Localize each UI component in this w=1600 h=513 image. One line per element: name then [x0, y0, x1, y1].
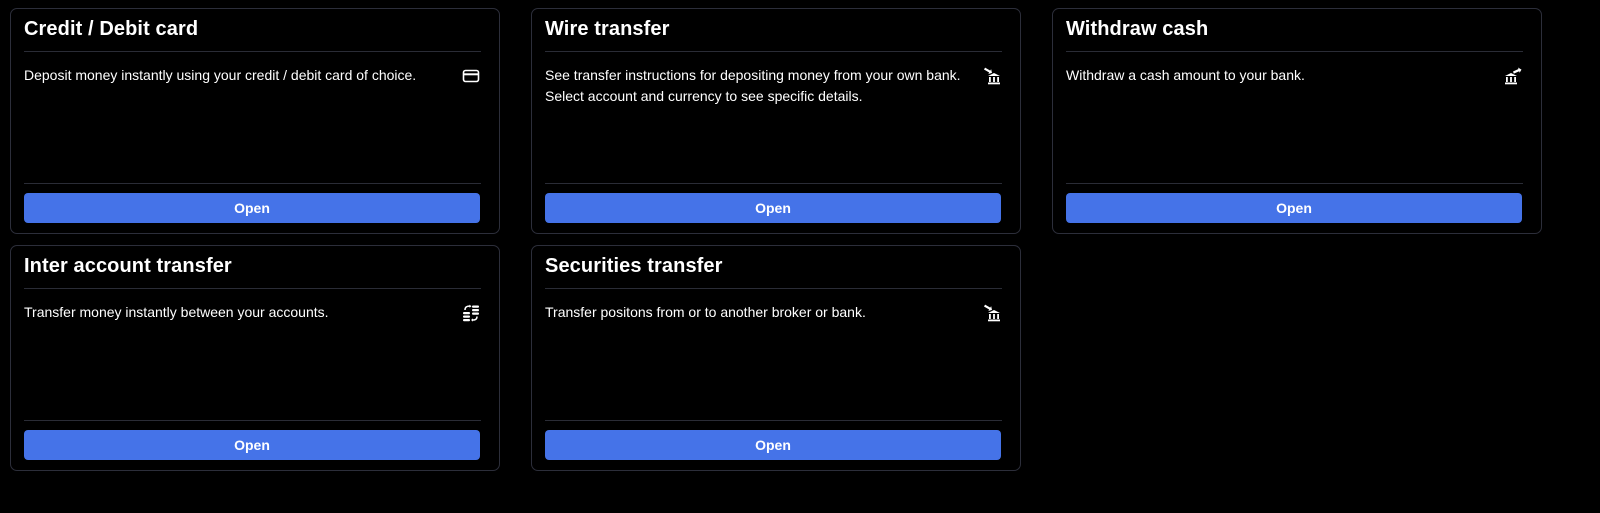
divider — [24, 288, 481, 289]
divider — [545, 288, 1002, 289]
card-title: Withdraw cash — [1066, 18, 1209, 40]
divider — [1066, 51, 1523, 52]
card-description: Withdraw a cash amount to your bank. — [1066, 67, 1305, 83]
open-button[interactable]: Open — [545, 430, 1001, 460]
card-credit-debit: Credit / Debit card Deposit money instan… — [10, 8, 500, 234]
card-description: Transfer money instantly between your ac… — [24, 304, 329, 320]
open-button[interactable]: Open — [545, 193, 1001, 223]
divider — [24, 183, 481, 184]
card-description: Deposit money instantly using your credi… — [24, 67, 417, 83]
transfer-options-page: Credit / Debit card Deposit money instan… — [0, 0, 1600, 513]
bank-deposit-icon — [983, 67, 1001, 85]
divider — [24, 51, 481, 52]
open-button[interactable]: Open — [24, 193, 480, 223]
divider — [545, 51, 1002, 52]
open-button[interactable]: Open — [24, 430, 480, 460]
account-transfer-icon — [462, 304, 480, 322]
card-description: See transfer instructions for depositing… — [545, 67, 961, 104]
divider — [545, 420, 1002, 421]
card-description: Transfer positons from or to another bro… — [545, 304, 866, 320]
bank-withdraw-icon — [1504, 67, 1522, 85]
card-title: Wire transfer — [545, 18, 670, 40]
open-button[interactable]: Open — [1066, 193, 1522, 223]
divider — [1066, 183, 1523, 184]
card-title: Securities transfer — [545, 255, 723, 277]
card-securities-transfer: Securities transfer Transfer positons fr… — [531, 245, 1021, 471]
card-title: Credit / Debit card — [24, 18, 199, 40]
bank-deposit-icon — [983, 304, 1001, 322]
card-wire-transfer: Wire transfer See transfer instructions … — [531, 8, 1021, 234]
card-inter-account-transfer: Inter account transfer Transfer money in… — [10, 245, 500, 471]
divider — [545, 183, 1002, 184]
scrollbar-track[interactable] — [1582, 0, 1600, 513]
card-withdraw-cash: Withdraw cash Withdraw a cash amount to … — [1052, 8, 1542, 234]
card-title: Inter account transfer — [24, 255, 232, 277]
divider — [24, 420, 481, 421]
credit-card-icon — [462, 67, 480, 85]
